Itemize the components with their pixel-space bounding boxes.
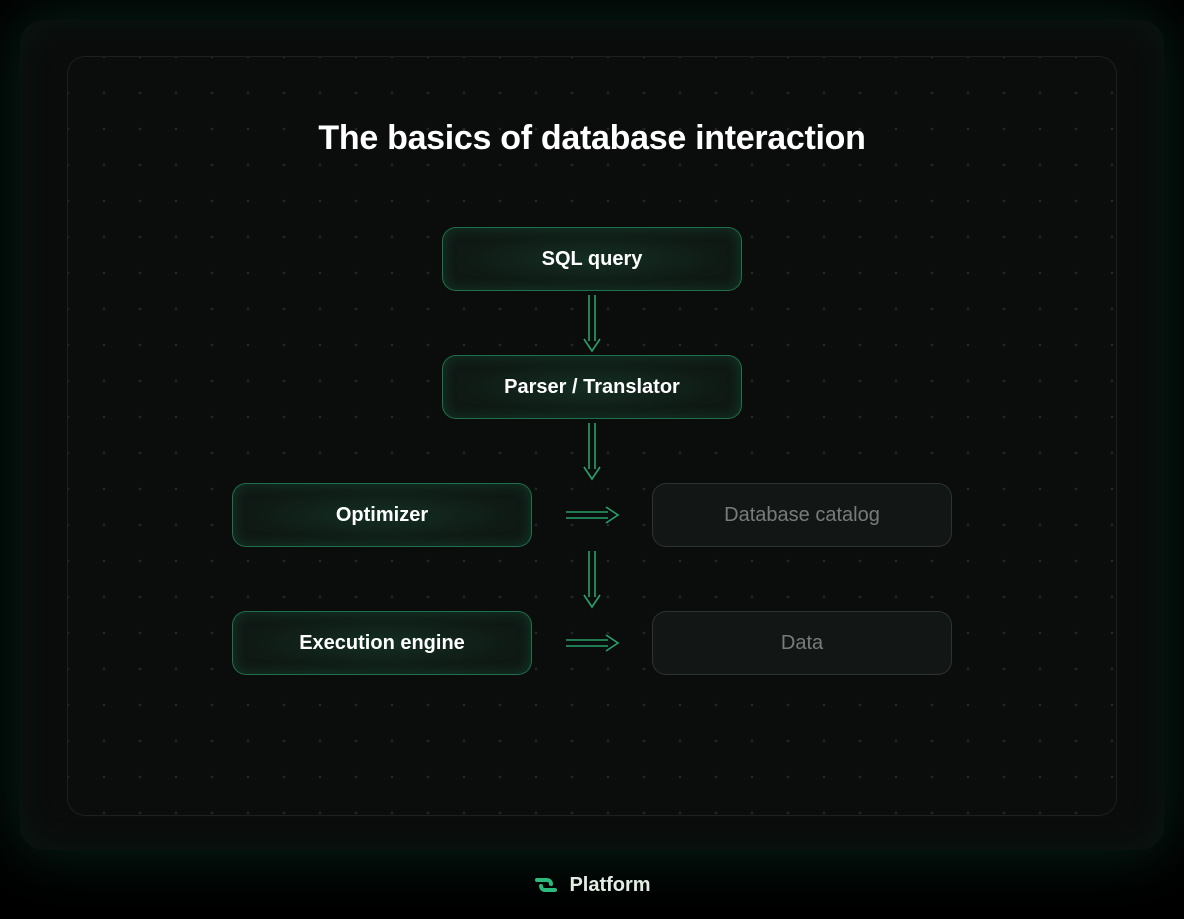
node-label: SQL query <box>542 248 643 271</box>
node-sql-query: SQL query <box>442 227 742 291</box>
arrow-down-icon <box>582 547 602 611</box>
diagram-panel: The basics of database interaction SQL q… <box>67 56 1117 816</box>
brand-footer: Platform <box>533 872 650 898</box>
arrow-right-icon <box>562 505 622 525</box>
brand-logo-icon <box>533 872 559 898</box>
brand-name: Platform <box>569 874 650 897</box>
diagram-card: The basics of database interaction SQL q… <box>20 20 1164 850</box>
arrow-down-icon <box>582 419 602 483</box>
node-label: Data <box>781 632 823 655</box>
arrow-down-icon <box>582 291 602 355</box>
node-label: Database catalog <box>724 504 880 527</box>
flow-diagram: SQL query Parser / Translator <box>68 227 1116 675</box>
node-label: Parser / Translator <box>504 376 680 399</box>
node-parser-translator: Parser / Translator <box>442 355 742 419</box>
node-execution-engine: Execution engine <box>232 611 532 675</box>
node-database-catalog: Database catalog <box>652 483 952 547</box>
node-label: Optimizer <box>336 504 428 527</box>
node-data: Data <box>652 611 952 675</box>
diagram-title: The basics of database interaction <box>68 119 1116 158</box>
node-label: Execution engine <box>299 632 465 655</box>
node-optimizer: Optimizer <box>232 483 532 547</box>
arrow-right-icon <box>562 633 622 653</box>
